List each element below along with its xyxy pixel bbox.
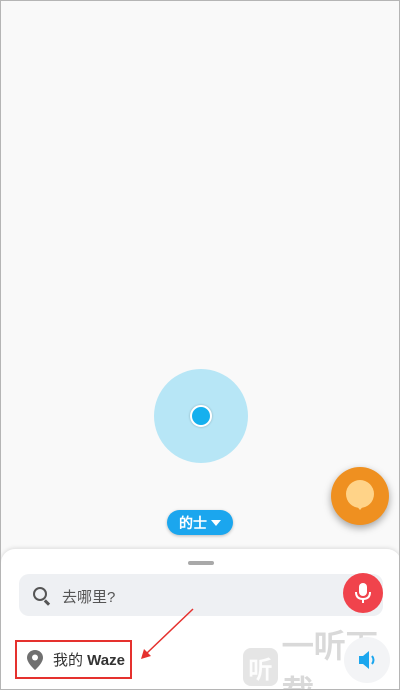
vehicle-type-selector[interactable]: 的士 [167,510,233,535]
caret-down-icon [211,519,221,526]
voice-search-button[interactable] [343,573,383,613]
report-bubble-icon [346,480,374,510]
my-waze-button[interactable]: 我的 Waze [15,640,132,679]
sound-button[interactable] [344,637,390,683]
my-waze-label-brand: Waze [87,652,125,669]
current-location-dot [190,405,212,427]
location-pin-icon [27,649,43,670]
search-placeholder: 去哪里? [62,589,116,606]
vehicle-type-label: 的士 [179,514,207,531]
report-button[interactable] [331,467,389,525]
watermark-logo: 听 [243,648,278,686]
my-waze-label: 我的 Waze [53,649,125,670]
sound-icon [359,651,375,669]
search-bar[interactable]: 去哪里? [19,574,383,616]
my-waze-label-prefix: 我的 [53,652,88,669]
sheet-drag-handle[interactable] [188,561,214,565]
map-screen: 的士 去哪里? 我的 Waze 听 一听下载 [0,0,400,690]
microphone-icon [355,583,371,603]
search-icon [33,587,47,601]
